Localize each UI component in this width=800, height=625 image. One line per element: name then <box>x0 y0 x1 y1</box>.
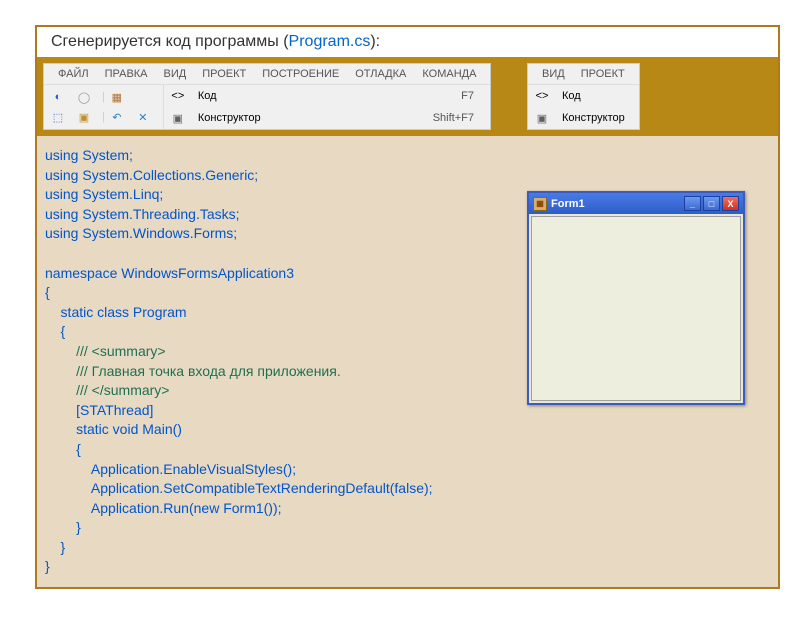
tab-file[interactable]: ФАЙЛ <box>50 66 97 82</box>
form-preview-area: ▦ Form1 _ □ X <box>497 136 778 587</box>
code-line: using System.Windows.Forms; <box>45 225 237 241</box>
code-line: } <box>45 539 65 555</box>
winform-body[interactable] <box>531 216 741 401</box>
menu-tabs: ФАЙЛ ПРАВКА ВИД ПРОЕКТ ПОСТРОЕНИЕ ОТЛАДК… <box>44 64 490 85</box>
title-text: Сгенерируется код программы ( <box>51 33 289 50</box>
form-icon: ▦ <box>533 197 547 211</box>
page-title: Сгенерируется код программы (Program.cs)… <box>37 27 778 57</box>
code-line: using System.Linq; <box>45 186 163 202</box>
nav-fwd-icon[interactable]: ◯ <box>76 89 92 105</box>
right-menu-tabs: ВИД ПРОЕКТ <box>528 64 639 85</box>
winform-window[interactable]: ▦ Form1 _ □ X <box>527 191 745 405</box>
redo-icon[interactable]: ✕ <box>135 109 151 125</box>
rcode-icon: <> <box>534 88 550 104</box>
tab-build[interactable]: ПОСТРОЕНИЕ <box>254 66 347 82</box>
code-line: { <box>45 323 65 339</box>
code-icon: <> <box>170 88 186 104</box>
code-comment: /// <summary> <box>45 343 166 359</box>
new-file-icon[interactable]: ▦ <box>109 89 125 105</box>
code-line: Application.EnableVisualStyles(); <box>45 461 296 477</box>
code-line: static class Program <box>45 304 187 320</box>
maximize-button[interactable]: □ <box>703 196 720 211</box>
tab-edit[interactable]: ПРАВКА <box>97 66 156 82</box>
tab-debug[interactable]: ОТЛАДКА <box>347 66 414 82</box>
close-button[interactable]: X <box>722 196 739 211</box>
tab-project[interactable]: ПРОЕКТ <box>194 66 254 82</box>
rmenu-item-code[interactable]: <> Код <box>528 85 639 107</box>
code-line: using System.Collections.Generic; <box>45 167 258 183</box>
code-line: using System; <box>45 147 133 163</box>
toolbar-row: ФАЙЛ ПРАВКА ВИД ПРОЕКТ ПОСТРОЕНИЕ ОТЛАДК… <box>37 57 778 136</box>
code-line: Application.SetCompatibleTextRenderingDe… <box>45 480 433 496</box>
menu-designer-shortcut: Shift+F7 <box>433 112 484 124</box>
open-icon[interactable]: ▣ <box>76 109 92 125</box>
designer-icon: ▣ <box>170 110 186 126</box>
save-icon[interactable]: ⬚ <box>50 109 66 125</box>
menu-designer-label: Конструктор <box>192 110 267 126</box>
code-comment: /// </summary> <box>45 382 169 398</box>
left-menu-box: ФАЙЛ ПРАВКА ВИД ПРОЕКТ ПОСТРОЕНИЕ ОТЛАДК… <box>43 63 491 130</box>
tab-team[interactable]: КОМАНДА <box>414 66 484 82</box>
minimize-button[interactable]: _ <box>684 196 701 211</box>
rdesigner-icon: ▣ <box>534 110 550 126</box>
code-line: using System.Threading.Tasks; <box>45 206 240 222</box>
title-filename: Program.cs <box>289 33 371 50</box>
code-line: } <box>45 558 50 574</box>
menu-code-shortcut: F7 <box>461 90 484 102</box>
menu-code-label: Код <box>192 88 223 104</box>
rtab-view[interactable]: ВИД <box>534 66 573 82</box>
code-line: Application.Run(new Form1()); <box>45 500 282 516</box>
menu-item-designer[interactable]: ▣ Конструктор Shift+F7 <box>164 107 490 129</box>
code-line: [STAThread] <box>45 402 153 418</box>
winform-titlebar[interactable]: ▦ Form1 _ □ X <box>529 193 743 214</box>
undo-icon[interactable]: ↶ <box>109 109 125 125</box>
menu-item-code[interactable]: <> Код F7 <box>164 85 490 107</box>
form-title-text: Form1 <box>551 198 585 210</box>
code-comment: /// Главная точка входа для приложения. <box>45 363 341 379</box>
rmenu-designer-label: Конструктор <box>556 110 631 126</box>
code-line: static void Main() <box>45 421 182 437</box>
title-close: ): <box>370 33 380 50</box>
right-menu-box: ВИД ПРОЕКТ <> Код ▣ Конструктор <box>527 63 640 130</box>
code-line: { <box>45 441 81 457</box>
code-editor[interactable]: using System; using System.Collections.G… <box>37 136 497 587</box>
code-line: } <box>45 519 81 535</box>
rtab-project[interactable]: ПРОЕКТ <box>573 66 633 82</box>
code-line: namespace WindowsFormsApplication3 <box>45 265 294 281</box>
rmenu-code-label: Код <box>556 88 587 104</box>
rmenu-item-designer[interactable]: ▣ Конструктор <box>528 107 639 129</box>
nav-back-icon[interactable]: ◐ <box>50 89 66 105</box>
tab-view[interactable]: ВИД <box>156 66 195 82</box>
code-line: { <box>45 284 50 300</box>
content-row: using System; using System.Collections.G… <box>37 136 778 587</box>
